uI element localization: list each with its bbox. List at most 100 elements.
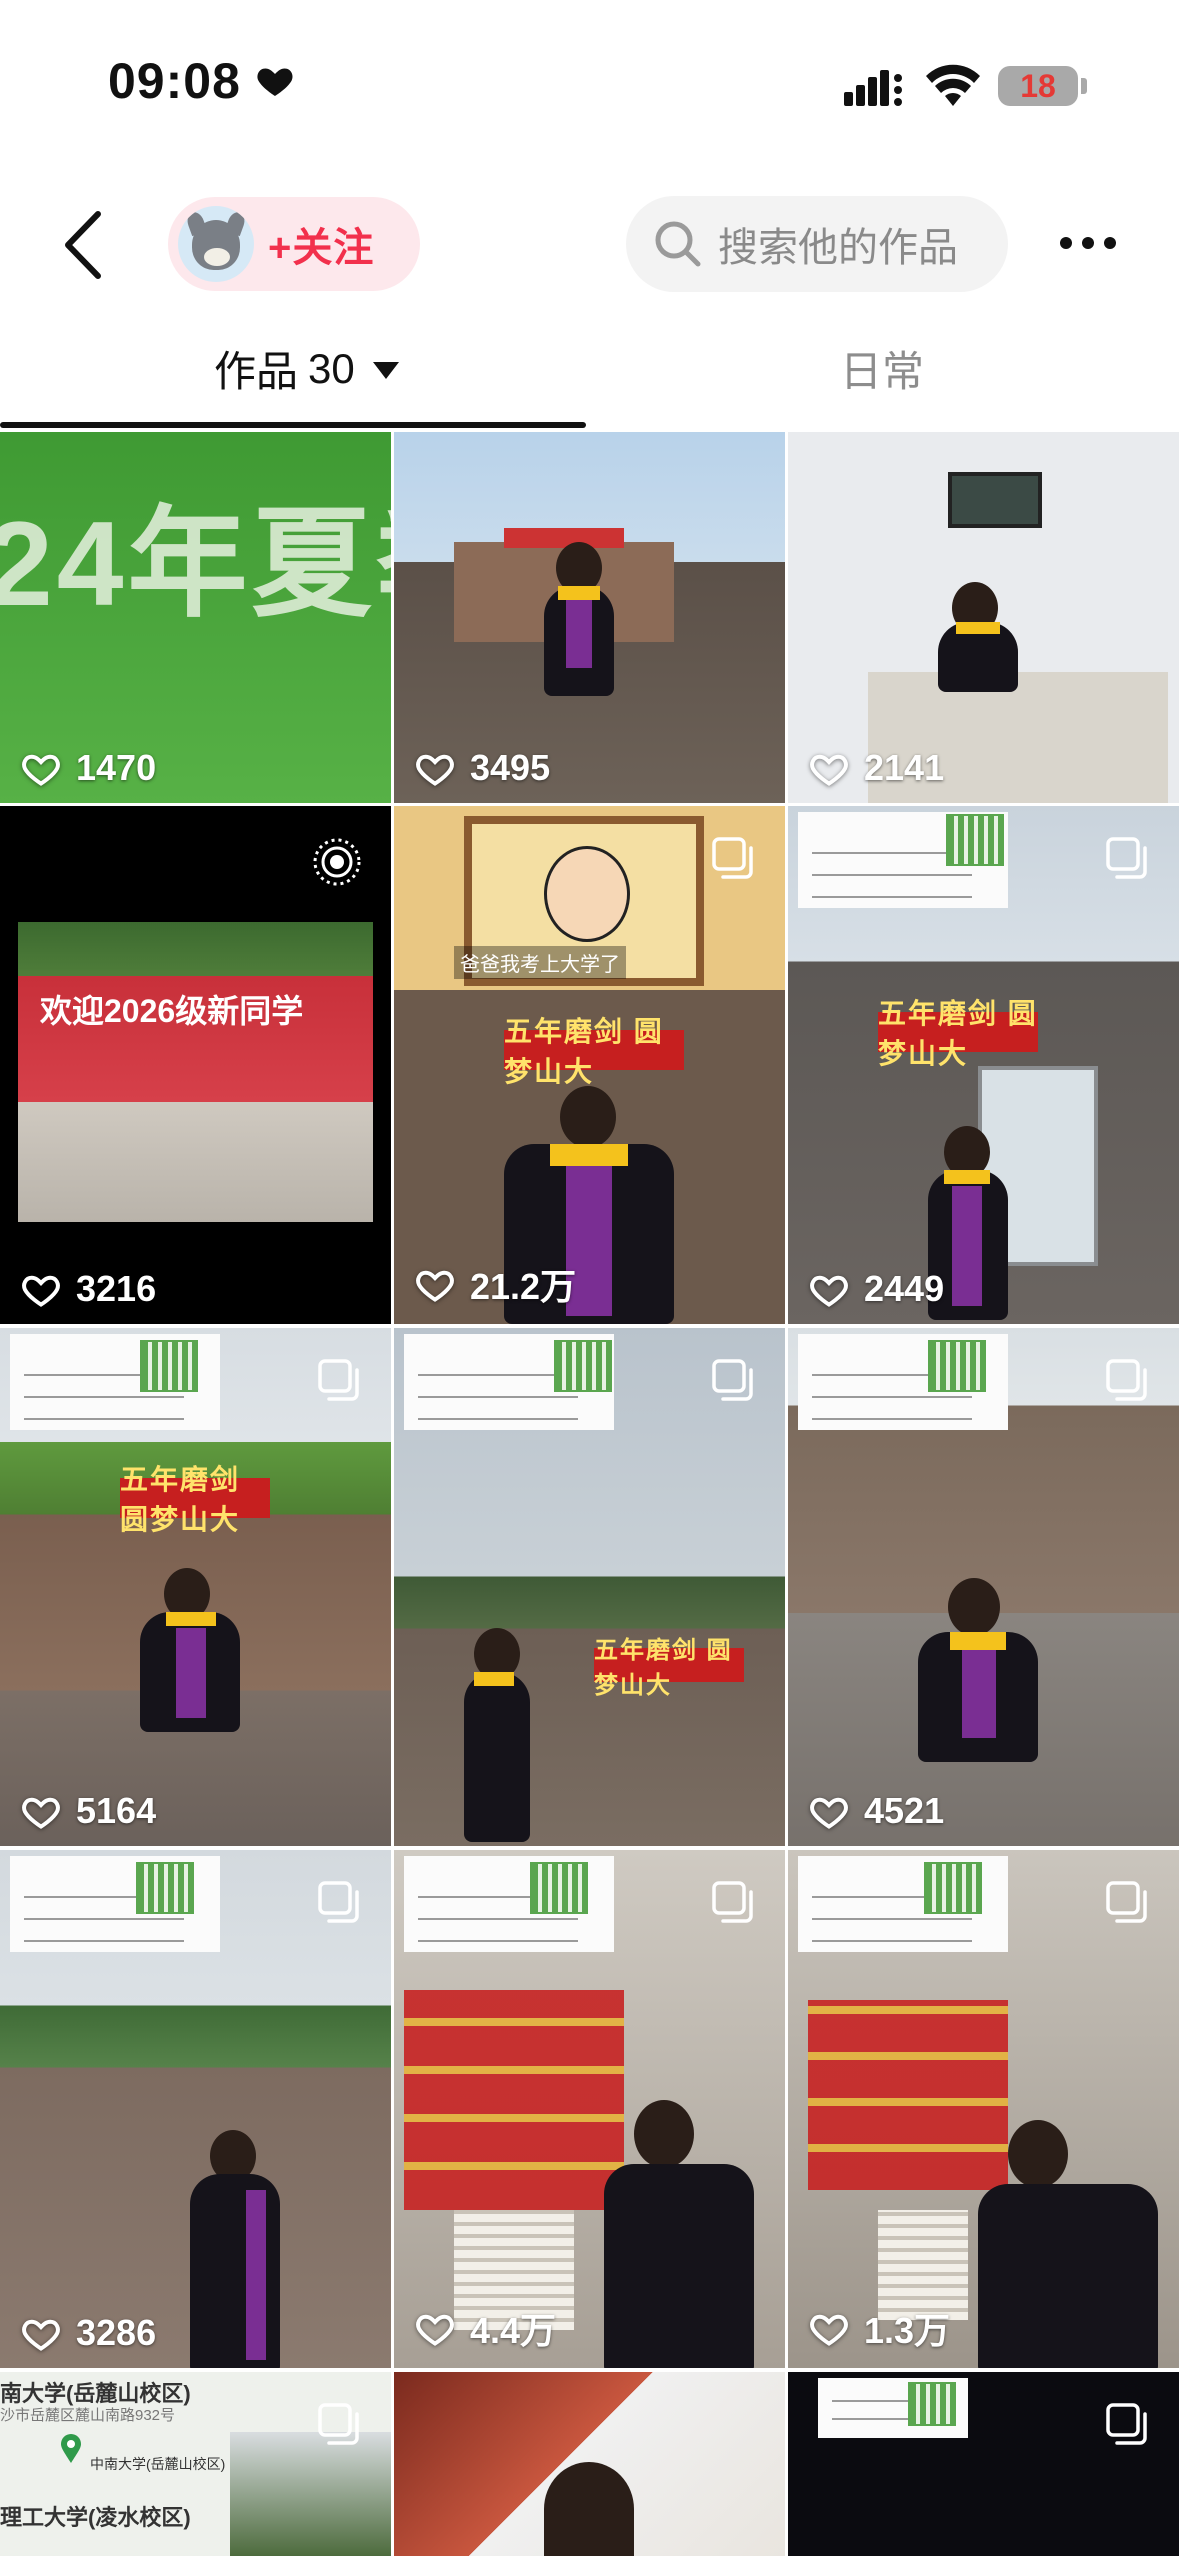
follow-label: +关注 [268, 226, 375, 270]
likes-number: 21.2万 [470, 1266, 577, 1307]
heart-outline-icon [810, 754, 848, 786]
status-bar: 09:08 18 [0, 0, 1179, 170]
likes-count: 3216 [20, 1268, 156, 1310]
dropdown-triangle-icon [372, 362, 399, 379]
grid-item[interactable]: 3286 [0, 1850, 391, 2368]
form-sheet [10, 1334, 220, 1430]
grid-item[interactable]: 24年夏季 1470 [0, 432, 391, 803]
map-pin-icon [61, 2434, 81, 2463]
form-sheet [798, 812, 1008, 908]
likes-count: 1.3万 [808, 2302, 950, 2354]
grid-item[interactable]: 4.4万 [394, 1850, 785, 2368]
avatar[interactable] [178, 206, 254, 282]
multi-image-icon [318, 1881, 359, 1923]
grid-item[interactable]: 欢迎2026级新同学 3216 [0, 806, 391, 1324]
grid-item[interactable]: 爸爸我考上大学了 五年磨剑 圆梦山大 21.2万 [394, 806, 785, 1324]
banner-text: 五年磨剑 圆梦山大 [120, 1464, 270, 1535]
search-icon [655, 221, 701, 267]
heart-icon [257, 68, 293, 96]
likes-count: 2141 [808, 747, 944, 789]
banner-text: 五年磨剑 圆梦山大 [878, 998, 1038, 1069]
form-sheet [798, 1856, 1008, 1952]
likes-number: 1470 [76, 747, 157, 788]
multi-image-icon [1106, 1881, 1147, 1923]
banner-text: 欢迎2026级新同学 [40, 993, 304, 1029]
banner-text: 五年磨剑 圆梦山大 [594, 1637, 744, 1699]
multi-image-icon [318, 2403, 359, 2445]
grid-item[interactable]: 五年磨剑 圆梦山大 5164 [0, 1328, 391, 1846]
heart-outline-icon [22, 754, 60, 786]
likes-number: 3216 [76, 1268, 157, 1309]
heart-outline-icon [416, 2314, 454, 2346]
likes-number: 2141 [864, 747, 945, 788]
form-sheet [798, 1334, 1008, 1430]
grid-item[interactable]: 3495 [394, 432, 785, 803]
time-text: 09:08 [108, 53, 241, 109]
likes-count: 3495 [414, 747, 550, 789]
grid-item[interactable] [394, 2372, 785, 2556]
status-time: 09:08 [108, 52, 295, 110]
likes-number: 3286 [76, 2312, 157, 2353]
heart-outline-icon [810, 2314, 848, 2346]
tab-daily-label: 日常 [840, 348, 925, 395]
heart-outline-icon [22, 1275, 60, 1307]
likes-number: 4.4万 [470, 2310, 557, 2351]
grid-item[interactable]: 1.3万 [788, 1850, 1179, 2368]
multi-image-icon [712, 1881, 753, 1923]
grid-item[interactable]: 五年磨剑 圆梦山大 2449 [788, 806, 1179, 1324]
tab-works-label: 作品 [214, 348, 299, 395]
back-icon[interactable] [56, 208, 112, 282]
thumbnail-overlay-text: 24年夏季 [0, 497, 391, 631]
form-sheet [404, 1856, 614, 1952]
multi-image-icon [1106, 1359, 1147, 1401]
likes-count: 1470 [20, 747, 156, 789]
likes-number: 1.3万 [864, 2310, 951, 2351]
battery-tip [1081, 78, 1087, 94]
form-sheet [818, 2378, 968, 2438]
tab-daily[interactable]: 日常 [840, 338, 924, 399]
map-pin-label: 中南大学(岳麓山校区) [90, 2456, 226, 2472]
heart-outline-icon [22, 1797, 60, 1829]
grid-item[interactable]: 南大学(岳麓山校区) 沙市岳麓区麓山南路932号 中南大学(岳麓山校区) 理工大… [0, 2372, 391, 2556]
form-sheet [10, 1856, 220, 1952]
map-address: 沙市岳麓区麓山南路932号 [0, 2407, 176, 2424]
heart-outline-icon [416, 1270, 454, 1302]
battery-indicator: 18 [998, 66, 1078, 106]
multi-image-icon [712, 837, 753, 879]
grid-item[interactable]: 2141 [788, 432, 1179, 803]
wifi-icon [926, 64, 980, 106]
likes-count: 2449 [808, 1268, 944, 1310]
likes-count: 4.4万 [414, 2302, 556, 2354]
likes-count: 4521 [808, 1790, 944, 1832]
likes-count: 3286 [20, 2312, 156, 2354]
active-tab-indicator [0, 422, 586, 428]
live-photo-icon [313, 838, 361, 886]
likes-number: 3495 [470, 747, 551, 788]
more-options-icon[interactable] [1058, 226, 1118, 260]
battery-level: 18 [1020, 67, 1056, 104]
likes-number: 5164 [76, 1790, 157, 1831]
grid-item[interactable]: 4521 [788, 1328, 1179, 1846]
heart-outline-icon [22, 2319, 60, 2351]
multi-image-icon [1106, 2403, 1147, 2445]
search-placeholder: 搜索他的作品 [718, 226, 958, 270]
thumbnail-caption: 爸爸我考上大学了 [454, 946, 626, 979]
likes-number: 4521 [864, 1790, 945, 1831]
likes-count: 21.2万 [414, 1258, 576, 1310]
multi-image-icon [712, 1359, 753, 1401]
follow-button[interactable]: +关注 [168, 197, 420, 291]
multi-image-icon [318, 1359, 359, 1401]
likes-number: 2449 [864, 1268, 945, 1309]
grid-item[interactable] [788, 2372, 1179, 2556]
heart-outline-icon [416, 754, 454, 786]
search-input[interactable]: 搜索他的作品 [626, 196, 1008, 292]
form-sheet [404, 1334, 614, 1430]
map-bottom-title: 理工大学(凌水校区) [0, 2505, 191, 2530]
cellular-signal-icon [844, 70, 902, 106]
likes-count: 5164 [20, 1790, 156, 1832]
tab-works-count: 30 [308, 344, 355, 392]
grid-item[interactable]: 五年磨剑 圆梦山大 [394, 1328, 785, 1846]
tab-works[interactable]: 作品 30 [214, 338, 399, 399]
heart-outline-icon [810, 1797, 848, 1829]
multi-image-icon [1106, 837, 1147, 879]
